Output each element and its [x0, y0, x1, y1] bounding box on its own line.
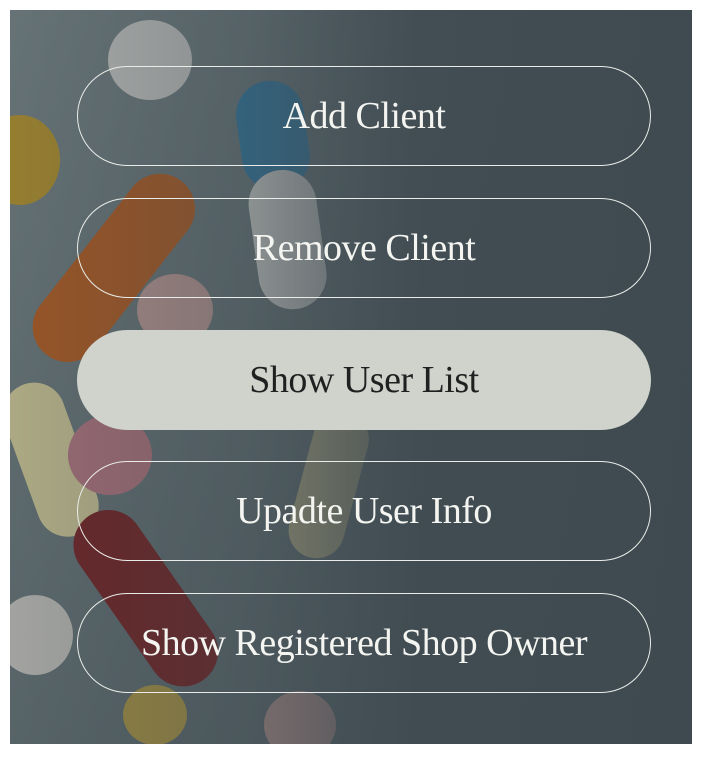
add-client-button[interactable]: Add Client: [77, 66, 651, 166]
update-user-info-button[interactable]: Upadte User Info: [77, 461, 651, 561]
remove-client-button[interactable]: Remove Client: [77, 198, 651, 298]
show-user-list-button[interactable]: Show User List: [77, 330, 651, 430]
window-frame: Add Client Remove Client Show User List …: [0, 0, 702, 774]
admin-menu-panel: Add Client Remove Client Show User List …: [10, 10, 692, 744]
admin-menu: Add Client Remove Client Show User List …: [10, 10, 692, 744]
show-registered-shop-owner-button[interactable]: Show Registered Shop Owner: [77, 593, 651, 693]
